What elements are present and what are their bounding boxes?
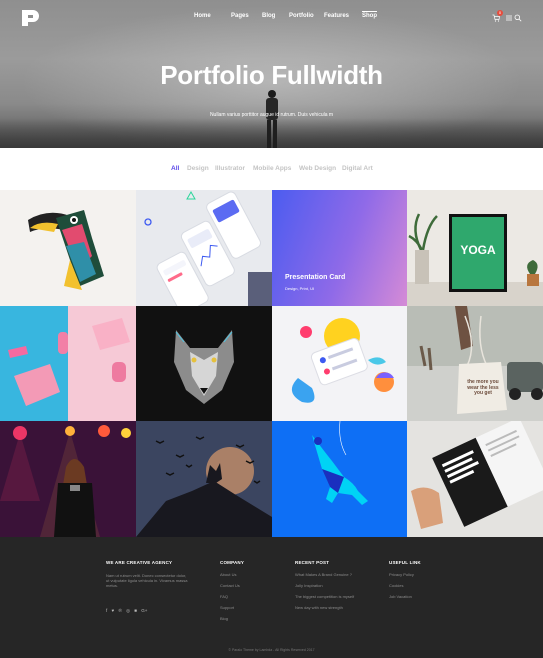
footer-recent-post-4[interactable]: New day with new strength (295, 605, 343, 610)
filter-design[interactable]: Design (187, 165, 209, 172)
google-plus-icon[interactable]: G+ (141, 608, 147, 613)
footer-recent-heading: RECENT POST (295, 560, 330, 565)
footer-recent-post-3[interactable]: The biggest competition is myself (295, 594, 354, 599)
portfolio-filters: All Design Illustrator Mobile Apps Web D… (0, 165, 543, 177)
3d-phone-image (291, 318, 394, 403)
portfolio-item-presentation-card[interactable]: Presentation Card Design, Print, UI (272, 190, 407, 306)
nav-portfolio[interactable]: Portfolio (289, 13, 314, 19)
hero-banner: Home Pages Blog Portfolio Features Shop … (0, 0, 543, 148)
concert-image (0, 421, 136, 537)
portfolio-item-magazine[interactable] (407, 421, 543, 537)
portfolio-item-diver[interactable] (272, 421, 407, 537)
wolf-birds-image (136, 421, 272, 537)
nav-blog[interactable]: Blog (262, 13, 275, 19)
main-nav: Home Pages Blog Portfolio Features Shop (0, 11, 543, 27)
footer-about-text: Nam ut rutrum velit. Donec consectetur d… (106, 573, 188, 588)
search-icon[interactable] (514, 14, 522, 22)
nav-shop[interactable]: Shop (362, 11, 377, 19)
portfolio-item-wolf[interactable] (136, 306, 272, 421)
toucan-illustration (28, 210, 104, 290)
footer-recent-post-1[interactable]: What Makes A Brand Genuine ? (295, 572, 352, 577)
footer-company-heading: COMPANY (220, 560, 245, 565)
twitter-icon[interactable]: ♥ (112, 608, 115, 613)
page-title: Portfolio Fullwidth (160, 60, 383, 90)
card-title: Presentation Card (285, 274, 346, 281)
facebook-icon[interactable]: f (106, 608, 107, 613)
nav-features[interactable]: Features (324, 13, 349, 19)
tote-bag-text: the more you wear the less you get (467, 379, 499, 396)
nav-home[interactable]: Home (194, 13, 211, 19)
portfolio-item-wolf-birds[interactable] (136, 421, 272, 537)
portfolio-item-tote-bag[interactable]: the more you wear the less you get (407, 306, 543, 421)
hero-person-image (266, 90, 278, 148)
footer-link-cookies[interactable]: Cookies (389, 583, 403, 588)
yoga-poster-image: YOGA (407, 213, 543, 306)
footer-useful-heading: USEFUL LINK (389, 560, 421, 565)
pink-objects-image (8, 318, 130, 406)
footer-link-privacy[interactable]: Privacy Policy (389, 572, 414, 577)
yoga-poster-word: YOGA (460, 243, 496, 257)
diver-illustration (312, 421, 368, 505)
filter-all[interactable]: All (171, 165, 179, 172)
pinterest-icon[interactable]: ℗ (118, 608, 121, 613)
filter-web-design[interactable]: Web Design (299, 165, 336, 172)
magazine-image (411, 421, 543, 529)
footer-link-about[interactable]: About Us (220, 572, 236, 577)
instagram-icon[interactable]: ◎ (126, 608, 130, 613)
footer-link-jobs[interactable]: Job Vacation (389, 594, 412, 599)
page-subtitle: Nullam varius porttitor augue id rutrum.… (209, 112, 334, 118)
portfolio-grid: Presentation Card Design, Print, UI YOGA (0, 190, 543, 537)
social-links: f ♥ ℗ ◎ ■ G+ (106, 608, 147, 614)
filter-mobile-apps[interactable]: Mobile Apps (253, 165, 291, 172)
portfolio-item-3d-phone[interactable] (272, 306, 407, 421)
wolf-image (174, 330, 234, 404)
cart-count-badge: 0 (497, 10, 503, 16)
footer-link-support[interactable]: Support (220, 605, 234, 610)
footer-link-contact[interactable]: Contact Us (220, 583, 240, 588)
phone-mockups (144, 190, 272, 306)
portfolio-item-yoga-poster[interactable]: YOGA (407, 190, 543, 306)
footer-link-faq[interactable]: FAQ (220, 594, 228, 599)
footer-about-heading: WE ARE CREATIVE AGENCY (106, 560, 173, 565)
copyright-text: © Paralo Theme by Lambda - All Rights Re… (228, 648, 315, 652)
tote-bag-image (407, 306, 543, 414)
site-footer (0, 537, 543, 658)
filter-digital-art[interactable]: Digital Art (342, 165, 373, 172)
portfolio-item-pink-objects[interactable] (0, 306, 136, 421)
card-meta: Design, Print, UI (285, 286, 315, 291)
portfolio-item-toucan[interactable] (0, 190, 136, 306)
nav-pages[interactable]: Pages (231, 13, 249, 19)
menu-icon[interactable] (505, 14, 513, 22)
footer-link-blog[interactable]: Blog (220, 616, 228, 621)
filter-illustrator[interactable]: Illustrator (215, 165, 245, 172)
linkedin-icon[interactable]: ■ (134, 608, 137, 613)
footer-recent-post-2[interactable]: Jolly Inspiration (295, 583, 323, 588)
portfolio-item-concert[interactable] (0, 421, 136, 537)
portfolio-item-mobile-app[interactable] (136, 190, 272, 306)
